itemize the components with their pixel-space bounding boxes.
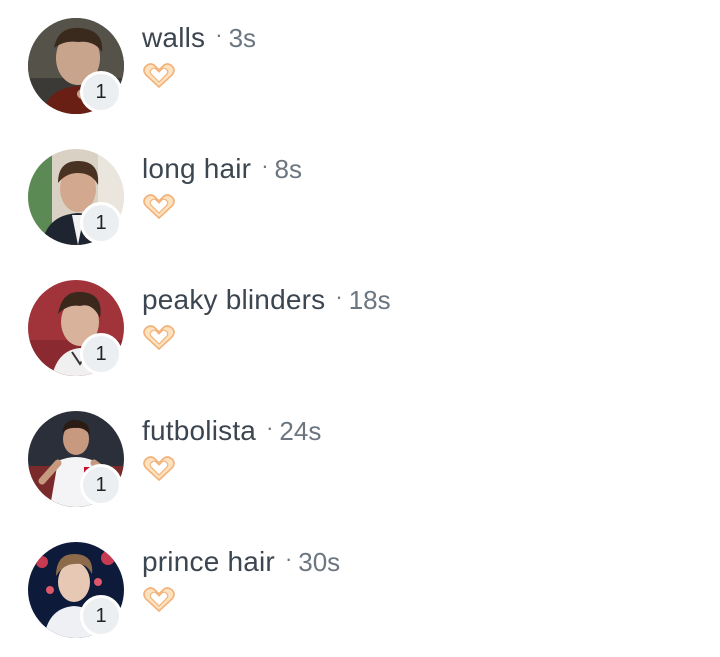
- title-line: peaky blinders · 18s: [142, 284, 391, 316]
- title-line: walls · 3s: [142, 22, 256, 54]
- reaction-list: 1 walls · 3s 1 long hair · 8s 1 peaky bl…: [0, 0, 720, 657]
- separator-dot: ·: [284, 546, 293, 571]
- title-line: prince hair · 30s: [142, 546, 340, 578]
- item-name[interactable]: peaky blinders: [142, 284, 325, 316]
- heart-hands-icon: [142, 62, 176, 90]
- timestamp: 24s: [279, 416, 322, 446]
- heart-hands-icon: [142, 324, 176, 352]
- separator-dot: ·: [215, 22, 223, 47]
- list-item[interactable]: 1 walls · 3s: [0, 0, 720, 131]
- count-badge: 1: [80, 333, 122, 375]
- heart-hands-icon: [142, 193, 176, 221]
- heart-hands-icon: [142, 586, 176, 614]
- timestamp: 18s: [348, 285, 391, 315]
- heart-hands-icon: [142, 455, 176, 483]
- item-name[interactable]: prince hair: [142, 546, 275, 578]
- count-badge: 1: [80, 595, 122, 637]
- timestamp: 3s: [228, 23, 257, 53]
- timestamp: 8s: [274, 154, 303, 184]
- count-badge: 1: [80, 71, 122, 113]
- item-name[interactable]: walls: [142, 22, 205, 54]
- count-badge: 1: [80, 202, 122, 244]
- list-item[interactable]: 1 long hair · 8s: [0, 131, 720, 262]
- separator-dot: ·: [266, 415, 274, 440]
- separator-dot: ·: [261, 153, 269, 178]
- item-name[interactable]: futbolista: [142, 415, 256, 447]
- list-item[interactable]: 1 prince hair · 30s: [0, 524, 720, 655]
- timestamp: 30s: [298, 547, 341, 577]
- list-item[interactable]: 1 futbolista · 24s: [0, 393, 720, 524]
- title-line: futbolista · 24s: [142, 415, 321, 447]
- title-line: long hair · 8s: [142, 153, 302, 185]
- list-item[interactable]: 1 peaky blinders · 18s: [0, 262, 720, 393]
- item-name[interactable]: long hair: [142, 153, 251, 185]
- separator-dot: ·: [335, 284, 343, 309]
- count-badge: 1: [80, 464, 122, 506]
